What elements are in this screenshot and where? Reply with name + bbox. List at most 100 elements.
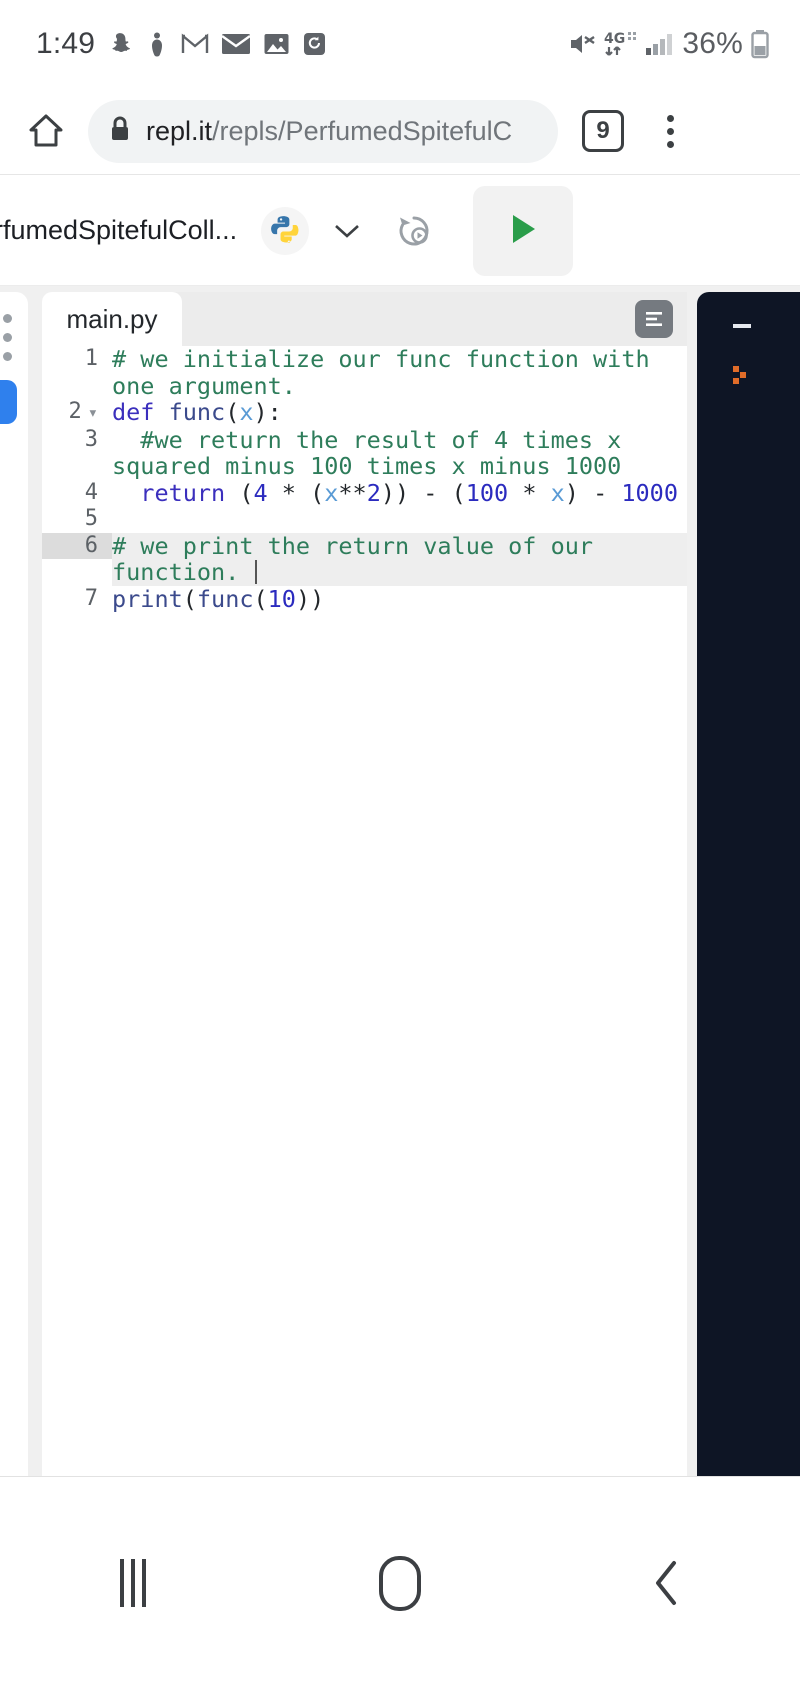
run-button[interactable] — [473, 186, 573, 276]
editor-pane: main.py 1 # we initialize our func functi… — [42, 292, 687, 1476]
status-clock: 1:49 — [36, 27, 96, 60]
code-line[interactable]: 5 — [42, 506, 687, 533]
recents-icon[interactable] — [73, 1523, 193, 1643]
token-pln: ( — [225, 398, 240, 426]
mute-icon — [567, 31, 597, 57]
token-pln: ( — [253, 584, 268, 613]
line-number: 4 — [84, 479, 98, 505]
url-text: repl.it/repls/PerfumedSpitefulC — [146, 116, 512, 147]
token-pln: ) - — [564, 478, 622, 507]
token-cmt: # we initialize our func function with o… — [112, 346, 664, 400]
token-num: 100 — [465, 478, 509, 507]
tab-main-py[interactable]: main.py — [42, 292, 182, 346]
tab-count-label: 9 — [596, 117, 610, 144]
play-icon — [506, 211, 540, 252]
tab-count-button[interactable]: 9 — [582, 110, 624, 152]
prompt-icon — [731, 364, 753, 392]
token-pln: ( — [225, 478, 254, 507]
line-number: 5 — [84, 506, 98, 531]
token-pln: ): — [253, 398, 282, 426]
code-text: #we return the result of 4 times x squar… — [112, 425, 687, 480]
overflow-menu-icon[interactable] — [646, 107, 694, 155]
code-text: print(func(10)) — [112, 584, 687, 613]
code-text: # we initialize our func function with o… — [112, 346, 687, 399]
text-caret — [255, 560, 258, 584]
back-chevron-icon[interactable] — [607, 1523, 727, 1643]
format-lines-icon[interactable] — [635, 300, 673, 338]
code-editor[interactable]: 1 # we initialize our func function with … — [42, 346, 687, 1476]
battery-percent: 36% — [682, 27, 743, 60]
signal-bars-icon — [645, 31, 675, 57]
line-number: 7 — [84, 585, 98, 611]
status-bar: 1:49 4G 36% — [0, 0, 800, 88]
repl-title[interactable]: rfumedSpitefulColl... — [0, 215, 237, 246]
status-bar-left: 1:49 — [0, 27, 327, 61]
address-bar[interactable]: repl.it/repls/PerfumedSpitefulC — [88, 99, 558, 163]
code-line[interactable]: 6 # we print the return value of our func… — [42, 531, 687, 586]
vertical-dots-icon[interactable] — [3, 314, 12, 361]
code-line[interactable]: 7 print(func(10)) — [42, 584, 687, 613]
line-number: 1 — [84, 346, 98, 371]
token-pln — [112, 479, 140, 507]
token-cmt: # we print the return value of our funct… — [112, 531, 608, 586]
sync-icon — [302, 31, 327, 57]
code-line[interactable]: 1 # we initialize our func function with … — [42, 346, 687, 399]
sidebar-gap — [28, 286, 42, 1476]
token-var: x — [239, 398, 254, 426]
line-number: 3 — [84, 426, 98, 452]
token-num: 10 — [267, 584, 296, 613]
code-line[interactable]: 4 return (4 * (x**2)) - (100 * x) - 1000 — [42, 478, 687, 507]
token-fn: func — [168, 398, 226, 426]
token-cmt: #we return the result of 4 times x squar… — [112, 425, 636, 480]
code-text: # we print the return value of our funct… — [112, 531, 687, 586]
token-num: 4 — [253, 478, 268, 507]
code-line[interactable]: 3 #we return the result of 4 times x squ… — [42, 425, 687, 480]
token-fn: print — [112, 584, 183, 613]
battery-icon — [750, 29, 770, 59]
repl-workspace: main.py 1 # we initialize our func functi… — [0, 286, 800, 1476]
token-num: 2 — [366, 478, 381, 507]
home-button-icon[interactable] — [340, 1523, 460, 1643]
console-dash — [733, 324, 751, 328]
sidebar-active-indicator[interactable] — [0, 380, 17, 424]
token-pln: )) - ( — [380, 478, 466, 507]
token-num: 1000 — [621, 478, 678, 507]
envelope-icon — [221, 31, 251, 57]
url-path: /repls/PerfumedSpitefulC — [212, 115, 513, 146]
history-icon[interactable] — [391, 208, 437, 254]
code-text: def func(x): — [112, 399, 687, 426]
browser-toolbar: repl.it/repls/PerfumedSpitefulC 9 — [0, 88, 800, 175]
svg-text:4G: 4G — [604, 31, 625, 47]
code-lines: 1 # we initialize our func function with … — [42, 346, 687, 612]
token-pln — [154, 398, 168, 426]
status-bar-right: 4G 36% — [567, 27, 800, 61]
person-icon — [145, 31, 169, 57]
tab-label: main.py — [66, 303, 158, 334]
code-line[interactable]: 2 ▾ def func(x): — [42, 399, 687, 427]
token-fn: func — [196, 584, 254, 613]
android-nav-bar — [0, 1476, 800, 1689]
token-pln: ** — [338, 478, 367, 507]
token-pln: * ( — [267, 478, 325, 507]
token-kw: def — [112, 398, 155, 426]
snapchat-icon — [107, 31, 133, 57]
url-domain: repl.it — [146, 115, 213, 146]
lock-icon — [108, 115, 132, 148]
token-var: x — [550, 478, 565, 507]
fold-arrow-icon[interactable]: ▾ — [88, 403, 98, 423]
photos-icon — [263, 31, 290, 57]
network-type-icon: 4G — [604, 30, 638, 58]
line-number: 6 — [42, 532, 112, 559]
home-icon[interactable] — [18, 103, 74, 159]
token-kw: return — [140, 478, 226, 507]
line-number: 2 ▾ — [68, 399, 99, 424]
repl-toolbar: rfumedSpitefulColl... — [0, 176, 800, 286]
left-sidebar — [0, 292, 28, 1476]
console-pane[interactable] — [697, 292, 800, 1476]
chevron-down-icon[interactable] — [325, 209, 369, 253]
phone-screen: 1:49 4G 36% repl.it/repls/PerfumedSpitef… — [0, 0, 800, 1689]
token-var: x — [324, 478, 339, 507]
token-pln: * — [508, 478, 551, 507]
gmail-icon — [181, 32, 209, 56]
code-text: return (4 * (x**2)) - (100 * x) - 1000 — [112, 478, 687, 507]
